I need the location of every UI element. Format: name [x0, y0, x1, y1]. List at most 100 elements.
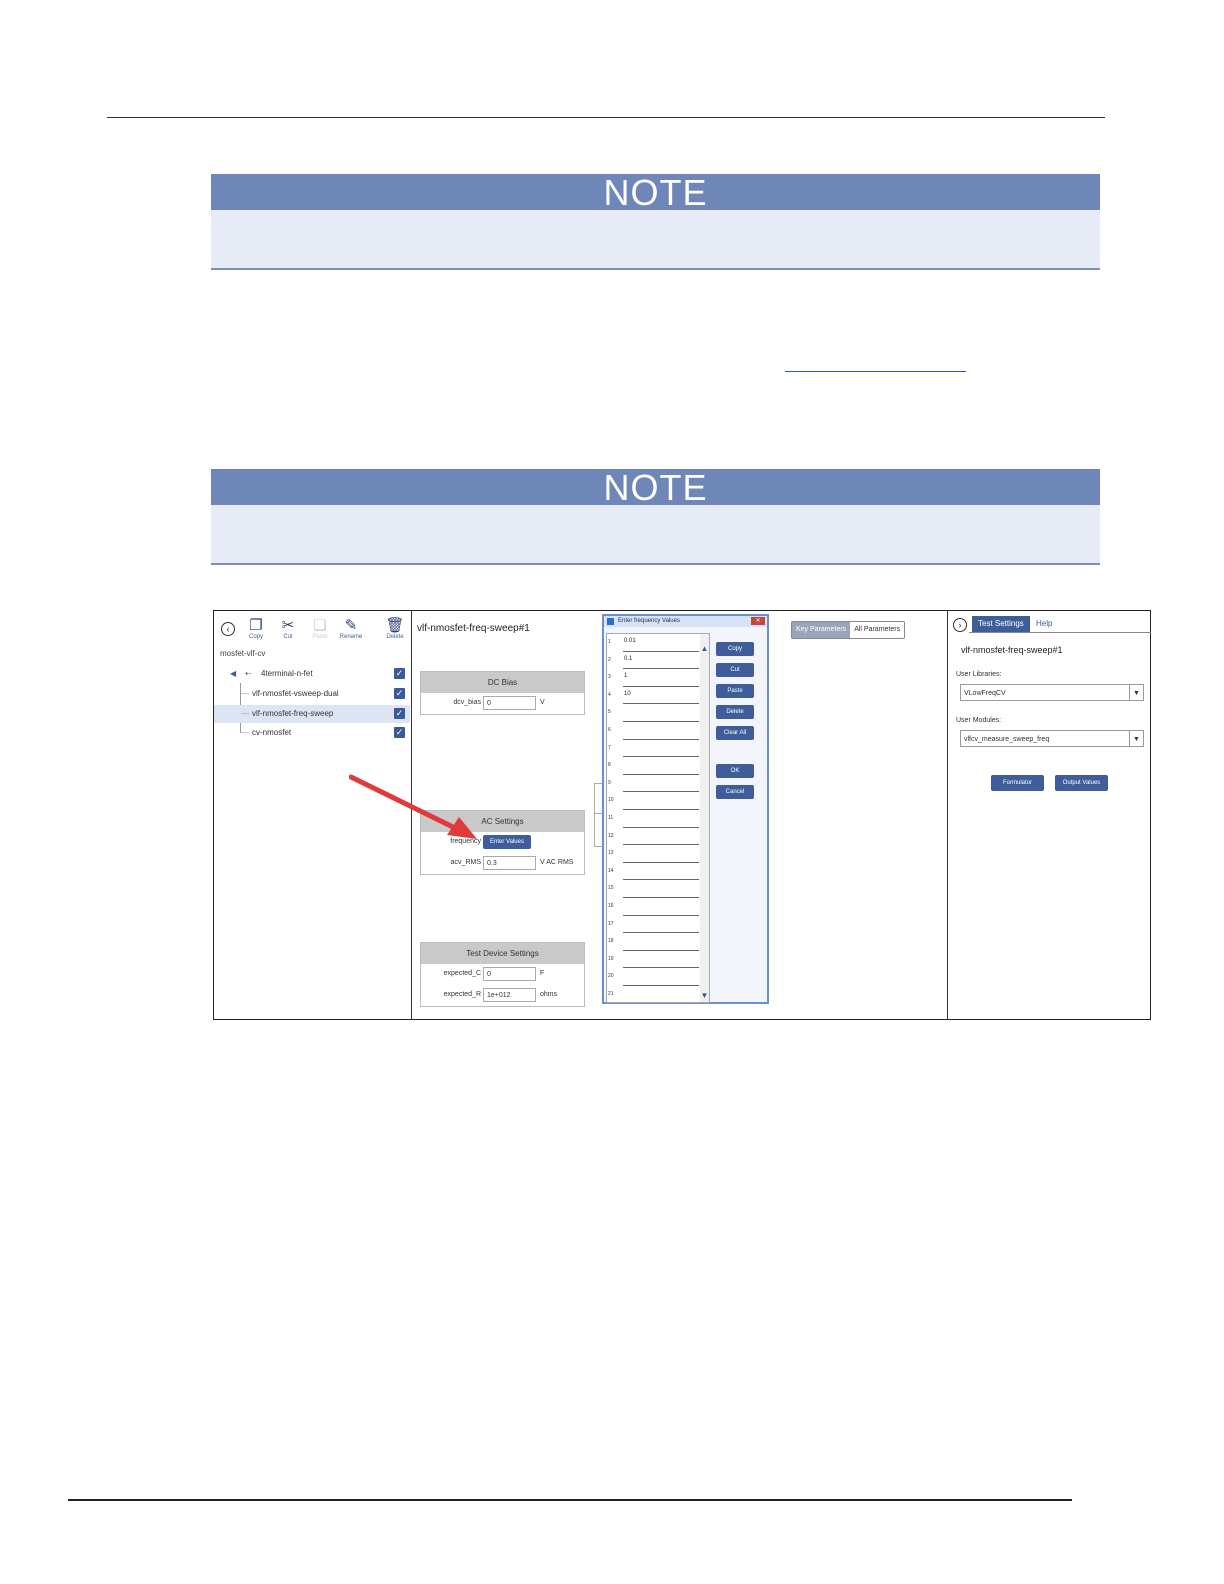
dcv-bias-input[interactable]: 0: [483, 696, 536, 710]
grid-row[interactable]: 5: [607, 704, 709, 722]
row-number: 10: [608, 797, 614, 804]
grid-row[interactable]: 18: [607, 933, 709, 951]
row-number: 7: [608, 744, 611, 751]
grid-row[interactable]: 2 0.1: [607, 652, 709, 670]
user-libraries-label: User Libraries:: [956, 671, 1002, 678]
row-number: 13: [608, 850, 614, 857]
acv-rms-input[interactable]: 0.3: [483, 856, 536, 870]
values-grid[interactable]: ▲ ▼ 1 0.01 2 0.1 3 1 4 10 5 6 7 8 9 10 11 12 13 14 15 16 17 1…: [606, 633, 710, 1003]
enter-values-dialog: Enter frequency Values ✕ ▲ ▼ 1 0.01 2 0.1 3 1…: [602, 614, 769, 1004]
row-number: 14: [608, 867, 614, 874]
chevron-down-icon[interactable]: ▼: [1129, 731, 1143, 746]
pane-divider: [947, 611, 948, 1019]
clarius-screenshot: ‹ ❐ Copy ✂ Cut ❏ Paste ✎ Rename 🗑 Delete…: [213, 610, 1151, 1020]
dialog-copy-button[interactable]: Copy: [716, 642, 754, 656]
row-number: 12: [608, 832, 614, 839]
field-label: acv_RMS: [450, 859, 481, 866]
cancel-button[interactable]: Cancel: [716, 785, 754, 799]
ok-button[interactable]: OK: [716, 764, 754, 778]
formulator-button[interactable]: Formulator: [991, 775, 1044, 791]
user-modules-label: User Modules:: [956, 717, 1002, 724]
row-value[interactable]: 1: [624, 673, 627, 679]
chevron-down-icon[interactable]: ▼: [1129, 685, 1143, 700]
tab-key-parameters[interactable]: Key Parameters: [792, 622, 851, 638]
group-header: DC Bias: [421, 672, 584, 693]
grid-row[interactable]: 4 10: [607, 687, 709, 705]
back-icon[interactable]: ‹: [221, 622, 235, 636]
row-number: 1: [608, 639, 611, 645]
red-arrow-icon: [349, 774, 477, 839]
row-number: 15: [608, 885, 614, 892]
row-value[interactable]: 0.1: [624, 656, 632, 662]
copy-button[interactable]: ❐ Copy: [241, 617, 271, 640]
grid-row[interactable]: 10: [607, 792, 709, 810]
grid-row[interactable]: 7: [607, 740, 709, 758]
grid-row[interactable]: 17: [607, 916, 709, 934]
grid-row[interactable]: 20: [607, 968, 709, 986]
grid-row[interactable]: 16: [607, 898, 709, 916]
row-number: 4: [608, 691, 611, 698]
footer-rule: [68, 1499, 1072, 1501]
output-values-button[interactable]: Output Values: [1055, 775, 1108, 791]
user-libraries-select[interactable]: VLowFreqCV ▼: [960, 684, 1144, 701]
row-number: 16: [608, 902, 614, 909]
row-value[interactable]: 0.01: [624, 638, 636, 644]
delete-button[interactable]: 🗑 Delete: [380, 617, 410, 640]
copy-icon: ❐: [249, 617, 263, 634]
expected-r-input[interactable]: 1e+012: [483, 988, 536, 1002]
checkbox-icon[interactable]: ✓: [394, 688, 405, 699]
cut-button[interactable]: ✂ Cut: [273, 617, 303, 640]
grid-row[interactable]: 19: [607, 951, 709, 969]
app-icon: [607, 618, 614, 625]
row-number: 19: [608, 955, 614, 962]
grid-row[interactable]: 1 0.01: [607, 634, 709, 652]
checkbox-icon[interactable]: ✓: [394, 708, 405, 719]
enter-values-button[interactable]: Enter Values: [483, 835, 531, 849]
user-modules-select[interactable]: vlfcv_measure_sweep_freq ▼: [960, 730, 1144, 747]
tree-item-test[interactable]: — vlf-nmosfet-vsweep-dual ✓: [214, 685, 410, 703]
close-icon[interactable]: ✕: [751, 617, 765, 625]
row-number: 20: [608, 973, 614, 980]
grid-row[interactable]: 15: [607, 880, 709, 898]
checkbox-icon[interactable]: ✓: [394, 668, 405, 679]
rename-button[interactable]: ✎ Rename: [336, 617, 366, 640]
grid-row[interactable]: 12: [607, 828, 709, 846]
tab-test-settings[interactable]: Test Settings: [972, 616, 1030, 632]
note-box-2: NOTE: [211, 469, 1100, 565]
grid-row[interactable]: 6: [607, 722, 709, 740]
header-rule: [107, 117, 1105, 118]
row-line: [623, 1002, 699, 1003]
collapse-triangle-icon[interactable]: ◀: [230, 665, 236, 683]
test-title: vlf-nmosfet-freq-sweep#1: [417, 623, 530, 634]
note-heading: NOTE: [211, 469, 1100, 507]
field-unit: V AC RMS: [540, 859, 574, 866]
grid-row[interactable]: 31: [607, 669, 709, 687]
dialog-titlebar: Enter frequency Values ✕: [604, 616, 767, 627]
dialog-delete-button[interactable]: Delete: [716, 705, 754, 719]
forward-icon[interactable]: ›: [953, 618, 967, 632]
tab-all-parameters[interactable]: All Parameters: [850, 622, 904, 638]
field-label: dcv_bias: [453, 699, 481, 706]
tree-item-test[interactable]: — cv-nmosfet ✓: [214, 724, 410, 742]
field-unit: ohms: [540, 991, 558, 998]
tree-item-test-selected[interactable]: — vlf-nmosfet-freq-sweep ✓: [214, 705, 410, 723]
row-number: 3: [608, 674, 611, 681]
grid-row[interactable]: 14: [607, 863, 709, 881]
grid-row[interactable]: 21: [607, 986, 709, 1003]
row-number: 2: [608, 656, 611, 663]
checkbox-icon[interactable]: ✓: [394, 727, 405, 738]
hyperlink-underline[interactable]: [785, 371, 966, 372]
tree-item-device[interactable]: ◀ ⇠ 4terminal-n-fet ✓: [214, 665, 410, 683]
dialog-paste-button[interactable]: Paste: [716, 684, 754, 698]
dialog-cut-button[interactable]: Cut: [716, 663, 754, 677]
grid-row[interactable]: 13: [607, 845, 709, 863]
grid-row[interactable]: 9: [607, 775, 709, 793]
row-value[interactable]: 10: [624, 691, 631, 697]
tab-help[interactable]: Help: [1030, 616, 1058, 632]
grid-row[interactable]: 11: [607, 810, 709, 828]
grid-row[interactable]: 8: [607, 757, 709, 775]
paste-button[interactable]: ❏ Paste: [305, 617, 335, 640]
clear-all-button[interactable]: Clear All: [716, 726, 754, 740]
expected-c-input[interactable]: 0: [483, 967, 536, 981]
device-icon: ⇠: [245, 669, 252, 678]
